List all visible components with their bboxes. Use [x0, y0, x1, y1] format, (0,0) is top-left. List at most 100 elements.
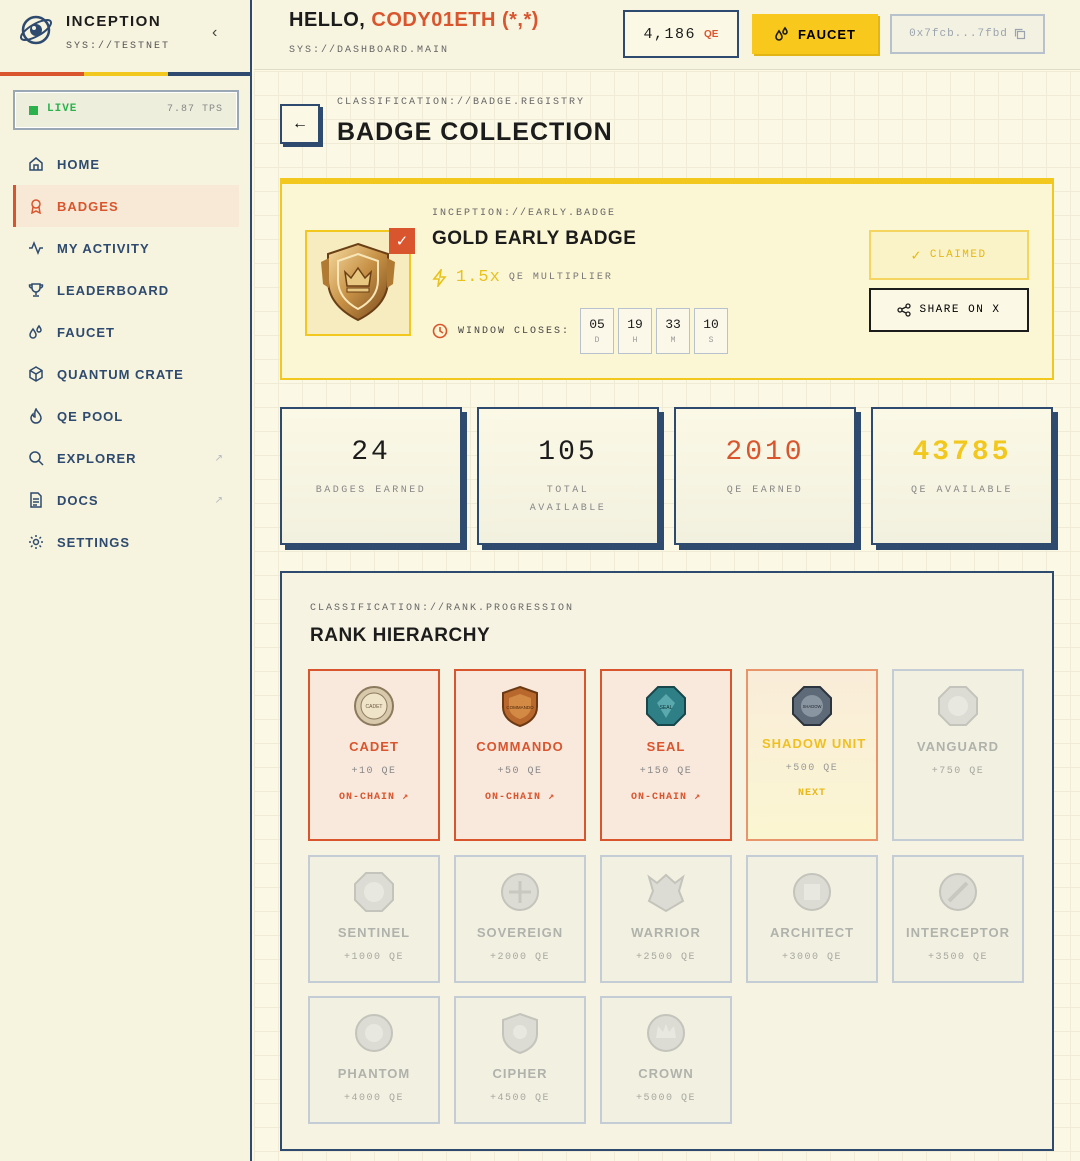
tps-readout: 7.87 TPS — [166, 104, 223, 115]
claimed-check-icon: ✓ — [389, 228, 415, 254]
qe-balance-value: 4,186 — [643, 25, 697, 43]
sidebar-item-faucet[interactable]: FAUCET — [13, 311, 239, 353]
badge-title: GOLD EARLY BADGE — [432, 228, 637, 249]
sidebar-item-quantum-crate[interactable]: QUANTUM CRATE — [13, 353, 239, 395]
on-chain-link[interactable]: ON-CHAIN ↗ — [310, 791, 438, 803]
droplets-icon — [775, 26, 788, 41]
box-icon — [27, 365, 45, 383]
sidebar-item-home[interactable]: HOME — [13, 143, 239, 185]
countdown-value: 10 — [703, 317, 719, 332]
sidebar: INCEPTION SYS://TESTNET ‹ LIVE 7.87 TPS … — [0, 0, 252, 1161]
commando-emblem-icon: COMMANDO — [502, 685, 538, 727]
rank-card-crown[interactable]: CROWN +5000 QE — [600, 996, 732, 1124]
rank-name: INTERCEPTOR — [906, 925, 1010, 940]
on-chain-link[interactable]: ON-CHAIN ↗ — [456, 791, 584, 803]
home-icon — [27, 155, 45, 173]
app-network: SYS://TESTNET — [66, 41, 171, 52]
rank-name: SOVEREIGN — [476, 925, 564, 940]
badge-breadcrumb: INCEPTION://EARLY.BADGE — [432, 208, 617, 219]
rank-name: CIPHER — [492, 1066, 548, 1081]
rank-name: PHANTOM — [337, 1066, 411, 1081]
rank-hierarchy: CLASSIFICATION://RANK.PROGRESSION RANK H… — [280, 571, 1054, 1151]
sidebar-item-label: MY ACTIVITY — [57, 240, 150, 256]
rank-reward: +1000 QE — [343, 952, 404, 963]
sidebar-item-badges[interactable]: BADGES — [13, 185, 239, 227]
clock-icon — [432, 323, 448, 339]
badge-icon — [27, 197, 45, 215]
rank-title: RANK HIERARCHY — [310, 625, 491, 646]
architect-emblem-icon — [793, 873, 831, 911]
rank-card-phantom[interactable]: PHANTOM +4000 QE — [308, 996, 440, 1124]
rank-card-sentinel[interactable]: SENTINEL +1000 QE — [308, 855, 440, 983]
rank-card-interceptor[interactable]: INTERCEPTOR +3500 QE — [892, 855, 1024, 983]
countdown-unit: S — [708, 336, 714, 345]
warrior-emblem-icon — [647, 873, 685, 913]
rank-card-commando[interactable]: COMMANDO COMMANDO +50 QE ON-CHAIN ↗ — [454, 669, 586, 841]
rank-card-shadow-unit[interactable]: SHADOW SHADOW UNIT +500 QE NEXT — [746, 669, 878, 841]
sidebar-item-docs[interactable]: DOCS ↗ — [13, 479, 239, 521]
share-on-x-button[interactable]: SHARE ON X — [869, 288, 1029, 332]
rank-reward: +10 QE — [351, 766, 397, 777]
droplets-icon — [27, 323, 45, 341]
multiplier-label: QE MULTIPLIER — [508, 272, 613, 283]
sidebar-item-label: BADGES — [57, 198, 119, 214]
greeting: HELLO, CODY01ETH (*,*) — [289, 9, 539, 32]
live-label: LIVE — [47, 103, 78, 115]
on-chain-label: ON-CHAIN — [630, 792, 687, 803]
rank-card-vanguard[interactable]: VANGUARD +750 QE — [892, 669, 1024, 841]
wallet-address[interactable]: 0x7fcb...7fbd — [890, 14, 1045, 54]
collapse-sidebar-icon[interactable]: ‹ — [212, 24, 217, 42]
svg-text:SEAL: SEAL — [660, 705, 673, 711]
rank-name: WARRIOR — [631, 925, 701, 940]
activity-icon — [27, 239, 45, 257]
arrow-left-icon: ← — [292, 115, 308, 132]
copy-icon[interactable] — [1014, 28, 1026, 40]
window-label: WINDOW CLOSES: — [458, 325, 571, 337]
faucet-button[interactable]: FAUCET — [752, 14, 878, 54]
brand-stripe — [0, 72, 252, 76]
sidebar-item-label: QE POOL — [57, 408, 124, 424]
rank-reward: +2000 QE — [489, 952, 550, 963]
countdown-value: 33 — [665, 317, 681, 332]
countdown-value: 19 — [627, 317, 643, 332]
sidebar-item-label: HOME — [57, 156, 100, 172]
countdown-unit: M — [670, 336, 676, 345]
sidebar-item-label: DOCS — [57, 492, 99, 508]
stat-value: 105 — [538, 437, 598, 468]
rank-name: CROWN — [638, 1066, 694, 1081]
countdown-unit: H — [632, 336, 638, 345]
sidebar-item-qe-pool[interactable]: QE POOL — [13, 395, 239, 437]
on-chain-link[interactable]: ON-CHAIN ↗ — [602, 791, 730, 803]
app-name: INCEPTION — [66, 13, 162, 30]
external-link-icon: ↗ — [694, 792, 702, 803]
sidebar-item-explorer[interactable]: EXPLORER ↗ — [13, 437, 239, 479]
external-link-icon: ↗ — [402, 792, 410, 803]
badge-multiplier: 1.5x QE MULTIPLIER — [432, 268, 613, 287]
sidebar-nav: HOME BADGES MY ACTIVITY LEADERBOARD FAUC… — [13, 143, 239, 563]
rank-card-seal[interactable]: SEAL SEAL +150 QE ON-CHAIN ↗ — [600, 669, 732, 841]
page-title: BADGE COLLECTION — [337, 118, 613, 146]
sidebar-item-my-activity[interactable]: MY ACTIVITY — [13, 227, 239, 269]
stat-badges-earned: 24 BADGES EARNED — [280, 407, 462, 545]
early-badge-card: ✓ INCEPTION://EARLY.BADGE GOLD EARLY BAD… — [280, 178, 1054, 380]
sidebar-item-settings[interactable]: SETTINGS — [13, 521, 239, 563]
external-link-icon: ↗ — [214, 452, 223, 464]
inception-logo-icon[interactable] — [18, 12, 54, 48]
rank-card-architect[interactable]: ARCHITECT +3000 QE — [746, 855, 878, 983]
rank-card-cipher[interactable]: CIPHER +4500 QE — [454, 996, 586, 1124]
stat-qe-earned: 2010 QE EARNED — [674, 407, 856, 545]
qe-balance-unit: QE — [704, 28, 719, 40]
sidebar-item-leaderboard[interactable]: LEADERBOARD — [13, 269, 239, 311]
crown-emblem-icon — [647, 1014, 685, 1052]
back-button[interactable]: ← — [280, 104, 320, 144]
rank-name: VANGUARD — [916, 739, 1000, 754]
breadcrumb: CLASSIFICATION://BADGE.REGISTRY — [337, 97, 586, 108]
phantom-emblem-icon — [355, 1014, 393, 1052]
rank-card-sovereign[interactable]: SOVEREIGN +2000 QE — [454, 855, 586, 983]
gear-icon — [27, 533, 45, 551]
network-status: LIVE 7.87 TPS — [13, 90, 239, 130]
rank-card-cadet[interactable]: CADET CADET +10 QE ON-CHAIN ↗ — [308, 669, 440, 841]
greeting-prefix: HELLO, — [289, 9, 366, 31]
check-icon: ✓ — [911, 247, 922, 265]
rank-card-warrior[interactable]: WARRIOR +2500 QE — [600, 855, 732, 983]
